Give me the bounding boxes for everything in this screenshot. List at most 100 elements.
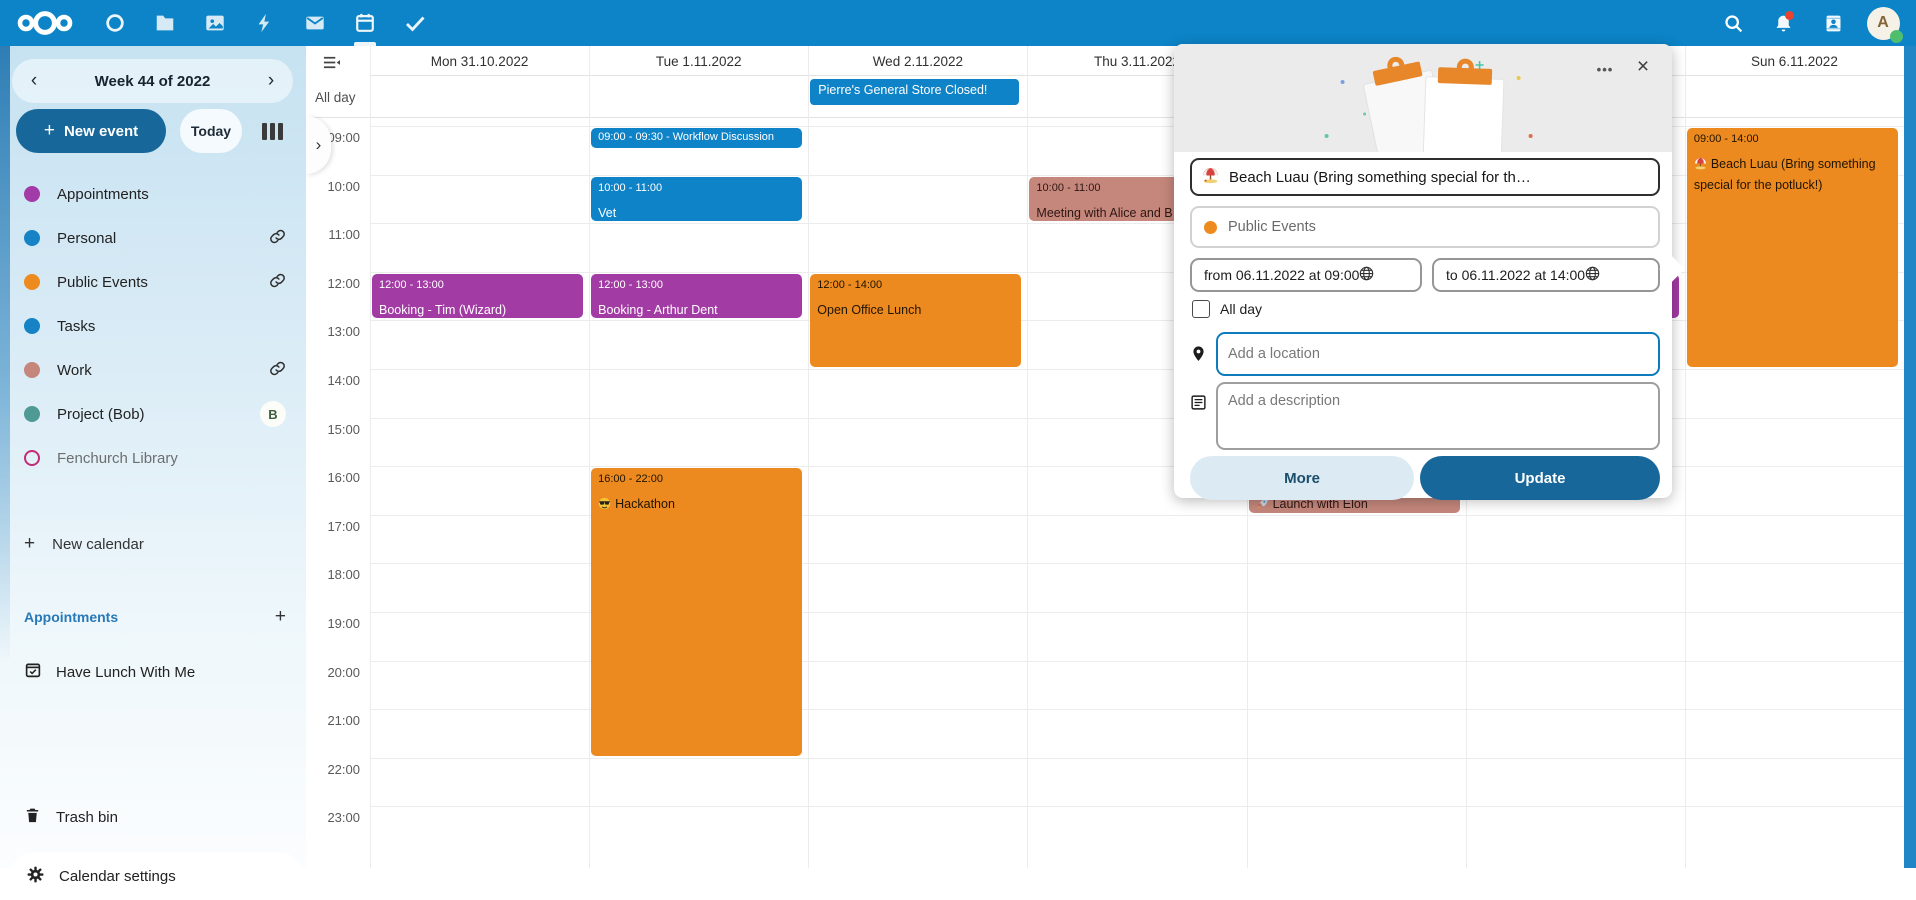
event-title: Open Office Lunch <box>817 301 1014 320</box>
today-button[interactable]: Today <box>180 109 242 153</box>
previous-week-button[interactable]: ‹ <box>12 70 56 92</box>
calendar-name: Project (Bob) <box>57 406 260 423</box>
update-button[interactable]: Update <box>1420 456 1660 500</box>
all-day-event[interactable]: Pierre's General Store Closed! <box>810 79 1019 105</box>
location-pin-icon <box>1190 332 1216 376</box>
column-gridline <box>589 46 590 868</box>
calendar-event[interactable]: 12:00 - 13:00Booking - Arthur Dent <box>591 274 802 319</box>
week-label: Week 44 of 2022 <box>56 73 249 90</box>
notification-badge <box>1785 11 1794 20</box>
calendar-list-item[interactable]: Work <box>0 348 306 392</box>
calendar-list-item[interactable]: Personal <box>0 216 306 260</box>
search-icon[interactable] <box>1708 0 1758 46</box>
end-date-value: to 06.11.2022 at 14:00 <box>1446 267 1585 283</box>
column-gridline <box>1685 46 1686 868</box>
calendar-event[interactable]: 12:00 - 14:00Open Office Lunch <box>810 274 1021 367</box>
start-date-picker[interactable]: from 06.11.2022 at 09:00 <box>1190 258 1422 292</box>
calendar-list-item[interactable]: Fenchurch Library <box>0 436 306 480</box>
new-event-button[interactable]: + New event <box>16 109 166 153</box>
hour-gridline <box>370 320 1904 321</box>
share-link-icon[interactable] <box>269 228 286 249</box>
plus-icon: + <box>44 120 55 142</box>
calendar-event[interactable]: 16:00 - 22:00Hackathon <box>591 468 802 756</box>
next-week-button[interactable]: › <box>249 70 293 92</box>
calendar-dot-icon <box>24 230 40 246</box>
hour-label: 17:00 <box>312 519 360 534</box>
all-day-label: All day <box>315 90 356 105</box>
calendar-name: Work <box>57 362 269 379</box>
calendar-list-item[interactable]: Tasks <box>0 304 306 348</box>
day-header[interactable]: Tue 1.11.2022 <box>589 46 808 75</box>
ellipsis-icon[interactable]: ••• <box>1590 54 1620 84</box>
calendar-list-item[interactable]: Appointments <box>0 172 306 216</box>
tasks-icon[interactable] <box>390 0 440 46</box>
calendar-event[interactable]: 09:00 - 09:30 - Workflow Discussion <box>591 128 802 148</box>
calendar-event[interactable]: 10:00 - 11:00Vet <box>591 177 802 222</box>
end-date-picker[interactable]: to 06.11.2022 at 14:00 <box>1432 258 1660 292</box>
notifications-icon[interactable] <box>1758 0 1808 46</box>
compact-view-icon[interactable] <box>322 54 341 76</box>
calendar-event[interactable]: 09:00 - 14:00 Beach Luau (Bring something… <box>1687 128 1898 367</box>
day-header[interactable]: Mon 31.10.2022 <box>370 46 589 75</box>
trash-bin-button[interactable]: Trash bin <box>24 806 118 828</box>
event-title-input[interactable]: Beach Luau (Bring something special for … <box>1190 158 1660 196</box>
mail-icon[interactable] <box>290 0 340 46</box>
calendar-dot-icon <box>24 362 40 378</box>
contacts-icon[interactable] <box>1808 0 1858 46</box>
calendar-picker[interactable]: Public Events <box>1190 206 1660 248</box>
appointment-link-item[interactable]: Have Lunch With Me <box>24 661 195 683</box>
day-header[interactable]: Wed 2.11.2022 <box>808 46 1027 75</box>
event-title-text: Vet <box>598 206 616 220</box>
all-day-checkbox-label: All day <box>1220 301 1262 317</box>
location-input[interactable] <box>1216 332 1660 376</box>
new-calendar-label: New calendar <box>52 536 144 553</box>
activity-icon[interactable] <box>240 0 290 46</box>
globe-icon[interactable] <box>1585 266 1648 284</box>
hour-gridline <box>370 758 1904 759</box>
description-icon <box>1190 382 1216 450</box>
day-header[interactable]: Sun 6.11.2022 <box>1685 46 1904 75</box>
hour-label: 12:00 <box>312 276 360 291</box>
online-status-icon <box>1890 30 1903 43</box>
start-date-value: from 06.11.2022 at 09:00 <box>1204 267 1359 283</box>
calendar-list-item[interactable]: Public Events <box>0 260 306 304</box>
divider <box>370 75 1904 76</box>
photos-icon[interactable] <box>190 0 240 46</box>
close-icon[interactable]: × <box>1628 52 1658 82</box>
calendar-event[interactable]: 12:00 - 13:00Booking - Tim (Wizard) <box>372 274 583 319</box>
nextcloud-logo[interactable] <box>14 0 76 46</box>
event-editor-popup: ••• × Beach Luau (Bring something specia… <box>1174 44 1672 498</box>
calendar-settings-label: Calendar settings <box>59 868 176 885</box>
new-calendar-button[interactable]: + New calendar <box>24 533 144 555</box>
hour-label: 10:00 <box>312 179 360 194</box>
avatar[interactable]: A <box>1858 0 1908 46</box>
scrollbar[interactable] <box>1904 46 1916 868</box>
share-link-icon[interactable] <box>269 360 286 381</box>
hour-gridline <box>370 223 1904 224</box>
description-input[interactable] <box>1216 382 1660 450</box>
hour-gridline <box>370 126 1904 127</box>
files-icon[interactable] <box>140 0 190 46</box>
appointments-heading: Appointments <box>24 609 275 625</box>
calendar-dot-icon <box>24 274 40 290</box>
event-time: 16:00 - 22:00 <box>598 473 795 485</box>
event-title: Beach Luau (Bring something special for … <box>1694 155 1891 196</box>
calendar-list-item[interactable]: Project (Bob)B <box>0 392 306 436</box>
calendar-settings-button[interactable]: Calendar settings <box>10 852 302 900</box>
event-time: 12:00 - 13:00 <box>379 279 576 291</box>
view-switcher-icon[interactable] <box>262 123 283 140</box>
hour-gridline <box>370 369 1904 370</box>
sidebar: ‹ Week 44 of 2022 › + New event Today Ap… <box>0 46 306 868</box>
all-day-checkbox[interactable] <box>1192 300 1210 318</box>
hour-label: 18:00 <box>312 567 360 582</box>
add-appointment-button[interactable]: + <box>275 606 286 628</box>
calendar-icon[interactable] <box>340 0 390 46</box>
dashboard-icon[interactable] <box>90 0 140 46</box>
share-link-icon[interactable] <box>269 272 286 293</box>
more-button[interactable]: More <box>1190 456 1414 500</box>
hour-label: 22:00 <box>312 762 360 777</box>
globe-icon[interactable] <box>1359 266 1410 284</box>
top-bar: A <box>0 0 1916 46</box>
event-time: 09:00 - 14:00 <box>1694 133 1891 145</box>
sidebar-toggle[interactable]: › <box>306 116 331 174</box>
